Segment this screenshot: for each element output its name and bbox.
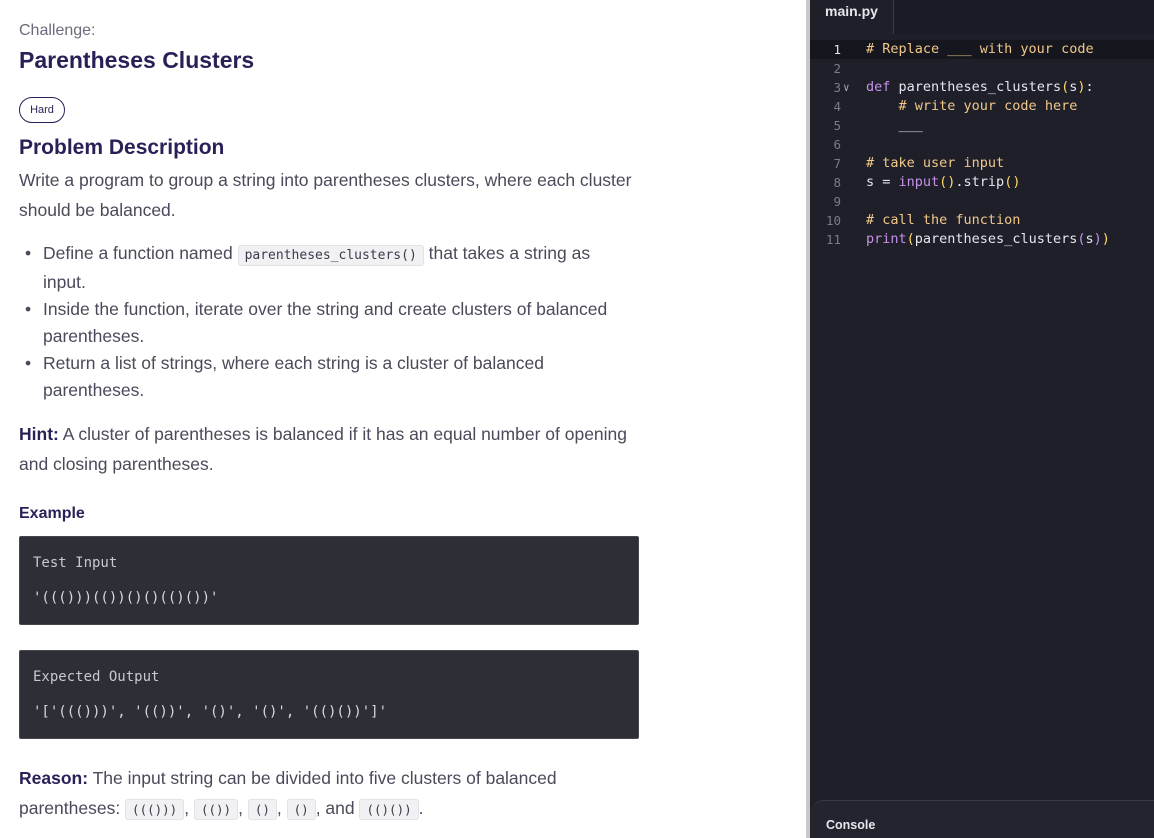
editor-tabbar: main.py bbox=[810, 0, 1154, 34]
cluster-chip: (()) bbox=[193, 799, 239, 820]
line-number: 4 bbox=[833, 99, 841, 114]
list-item: • Inside the function, iterate over the s… bbox=[25, 299, 608, 346]
code-text: # take user input bbox=[866, 155, 1005, 171]
test-input-value: '((()))(())()()(()())' bbox=[33, 590, 219, 606]
example-label: Example bbox=[19, 505, 85, 522]
problem-text: Write a program to group a string into p… bbox=[19, 170, 632, 220]
code-line[interactable]: 7 # take user input bbox=[810, 154, 1154, 173]
line-number: 5 bbox=[833, 118, 841, 133]
editor-pane: main.py 1 # Replace ___ with your code 2 3 ∨… bbox=[810, 0, 1154, 838]
line-number: 7 bbox=[833, 156, 841, 171]
challenge-label: Challenge: bbox=[19, 22, 96, 39]
code-text: print(parentheses_clusters(s)) bbox=[866, 231, 1110, 247]
code-text: # call the function bbox=[866, 212, 1021, 228]
page-title: Parentheses Clusters bbox=[19, 47, 255, 73]
requirements-list: • Define a function named parentheses_clu… bbox=[19, 240, 629, 404]
line-number: 2 bbox=[833, 61, 841, 76]
console-panel[interactable]: Console bbox=[810, 800, 1154, 838]
code-line[interactable]: 1 # Replace ___ with your code bbox=[810, 40, 1154, 59]
test-input-box: Test Input '((()))(())()()(()())' bbox=[19, 536, 639, 625]
reason-text: Reason: The input string can be divided … bbox=[19, 768, 557, 820]
console-label: Console bbox=[826, 818, 876, 832]
tab-main-py[interactable]: main.py bbox=[810, 0, 894, 34]
code-line[interactable]: 6 bbox=[810, 135, 1154, 154]
cluster-chip: (()()) bbox=[359, 799, 419, 820]
fold-chevron-icon[interactable]: ∨ bbox=[843, 78, 850, 97]
line-number: 3 bbox=[833, 80, 841, 95]
code-line[interactable]: 2 bbox=[810, 59, 1154, 78]
code-text: def parentheses_clusters(s): bbox=[866, 79, 1094, 95]
code-text: # write your code here bbox=[898, 98, 1078, 114]
code-line[interactable]: 4 # write your code here bbox=[810, 97, 1154, 116]
code-line[interactable]: 9 bbox=[810, 192, 1154, 211]
function-name-code: parentheses_clusters() bbox=[237, 245, 424, 266]
cluster-chip: ((())) bbox=[125, 799, 185, 820]
code-line[interactable]: 3 ∨ def parentheses_clusters(s): bbox=[810, 78, 1154, 97]
problem-heading: Problem Description bbox=[19, 136, 225, 159]
cluster-chip: () bbox=[247, 799, 277, 820]
cluster-chip: () bbox=[286, 799, 316, 820]
expected-output-box: Expected Output '['((()))', '(())', '()'… bbox=[19, 650, 639, 739]
line-number: 6 bbox=[833, 137, 841, 152]
code-line[interactable]: 5 ___ bbox=[810, 116, 1154, 135]
line-number: 10 bbox=[825, 213, 841, 228]
list-item: • Return a list of strings, where each st… bbox=[25, 353, 544, 400]
code-text: # Replace ___ with your code bbox=[866, 41, 1094, 57]
hint-text: Hint: A cluster of parentheses is balanc… bbox=[19, 424, 628, 474]
code-line[interactable]: 10 # call the function bbox=[810, 211, 1154, 230]
code-line[interactable]: 8 s = input().strip() bbox=[810, 173, 1154, 192]
line-number: 11 bbox=[825, 232, 841, 247]
expected-output-value: '['((()))', '(())', '()', '()', '(()())'… bbox=[33, 704, 388, 720]
test-input-label: Test Input bbox=[33, 555, 118, 571]
line-number: 1 bbox=[833, 42, 841, 57]
expected-output-label: Expected Output bbox=[33, 669, 160, 685]
difficulty-badge: Hard bbox=[19, 97, 65, 123]
list-item: • Define a function named parentheses_clu… bbox=[25, 243, 591, 292]
line-number: 9 bbox=[833, 194, 841, 209]
problem-pane: Challenge: Parentheses Clusters Hard Pro… bbox=[0, 0, 806, 838]
code-text: s = input().strip() bbox=[866, 174, 1021, 190]
line-number: 8 bbox=[833, 175, 841, 190]
code-text: ___ bbox=[866, 117, 923, 133]
code-line[interactable]: 11 print(parentheses_clusters(s)) bbox=[810, 230, 1154, 249]
